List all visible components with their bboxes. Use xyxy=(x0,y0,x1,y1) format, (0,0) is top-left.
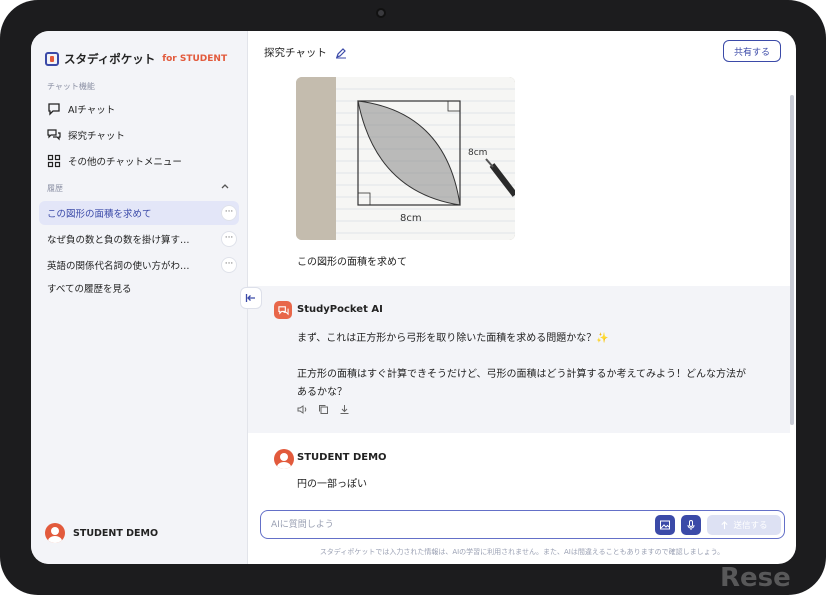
chat-input[interactable] xyxy=(271,517,631,533)
uploaded-photo[interactable]: 8cm 8cm xyxy=(296,77,515,240)
section-label-chat: チャット機能 xyxy=(47,82,95,91)
download-icon[interactable] xyxy=(339,404,350,415)
microphone-icon xyxy=(687,520,695,530)
arrow-left-bar-icon xyxy=(245,294,255,302)
send-label: 送信する xyxy=(733,521,768,531)
explore-chat-icon xyxy=(47,128,61,142)
history-item-label: 英語の関係代名詞の使い方がわ… xyxy=(47,261,190,272)
voice-input-button[interactable] xyxy=(681,515,701,535)
app-screen: スタディポケット for STUDENT チャット機能 AIチャット 探究チャッ… xyxy=(31,31,796,564)
scrollbar[interactable] xyxy=(790,95,794,425)
sidebar-item-other-menu[interactable]: その他のチャットメニュー xyxy=(47,151,182,171)
history-item-active[interactable]: この図形の面積を求めて ··· xyxy=(39,201,239,225)
bottom-length-label: 8cm xyxy=(400,213,422,224)
chevron-up-icon[interactable] xyxy=(220,181,230,191)
more-options-button[interactable]: ··· xyxy=(221,231,237,247)
chat-header: 探究チャット xyxy=(264,45,347,60)
ai-message-line: まず、これは正方形から弓形を取り除いた面積を求める問題かな？✨ xyxy=(297,333,609,344)
grid-menu-icon xyxy=(47,154,61,168)
ai-name: StudyPocket AI xyxy=(297,304,383,315)
publisher-watermark: Rese xyxy=(720,563,791,593)
ai-message: StudyPocket AI まず、これは正方形から弓形を取り除いた面積を求める… xyxy=(248,286,790,433)
page-title: 探究チャット xyxy=(264,47,327,59)
app-logo[interactable]: スタディポケット for STUDENT xyxy=(45,51,227,67)
history-item[interactable]: なぜ負の数と負の数を掛け算す… ··· xyxy=(39,227,239,251)
sidebar-item-explore-chat[interactable]: 探究チャット xyxy=(47,125,125,145)
sidebar-item-label: その他のチャットメニュー xyxy=(68,157,182,168)
logo-icon xyxy=(45,52,59,66)
edit-icon[interactable] xyxy=(335,47,347,59)
image-upload-button[interactable] xyxy=(655,515,675,535)
ai-chat-icon xyxy=(277,305,289,315)
camera-icon xyxy=(376,8,386,18)
more-options-button[interactable]: ··· xyxy=(221,205,237,221)
user-name: STUDENT DEMO xyxy=(297,452,387,463)
brand-name: スタディポケット xyxy=(64,52,156,66)
side-length-label: 8cm xyxy=(468,148,487,158)
sidebar-item-label: 探究チャット xyxy=(68,131,125,142)
user-name: STUDENT DEMO xyxy=(73,527,159,539)
more-options-button[interactable]: ··· xyxy=(221,257,237,273)
tablet-frame: スタディポケット for STUDENT チャット機能 AIチャット 探究チャッ… xyxy=(0,0,826,595)
history-item-label: この図形の面積を求めて xyxy=(47,209,152,220)
chat-main: 探究チャット 共有する 8cm 8cm この図形の面積を求めて StudyPoc… xyxy=(248,31,796,564)
share-button[interactable]: 共有する xyxy=(723,40,781,62)
user-message: 円の一部っぽい xyxy=(297,479,367,490)
sidebar-item-label: AIチャット xyxy=(68,105,116,116)
composer: 送信する xyxy=(260,510,785,539)
all-history-link[interactable]: すべての履歴を見る xyxy=(47,281,131,295)
speaker-icon[interactable] xyxy=(297,404,308,415)
ai-message-actions xyxy=(297,404,350,415)
avatar xyxy=(274,449,294,469)
image-icon xyxy=(660,520,670,530)
collapse-sidebar-button[interactable] xyxy=(240,287,262,309)
history-item-label: なぜ負の数と負の数を掛け算す… xyxy=(47,235,190,246)
send-button[interactable]: 送信する xyxy=(707,515,781,535)
copy-icon[interactable] xyxy=(318,404,329,415)
history-item[interactable]: 英語の関係代名詞の使い方がわ… ··· xyxy=(39,253,239,277)
chat-bubble-icon xyxy=(47,102,61,116)
ai-message-line: 正方形の面積はすぐ計算できそうだけど、弓形の面積はどう計算するか考えてみよう！ど… xyxy=(297,369,746,380)
brand-sub: for STUDENT xyxy=(162,54,228,64)
avatar xyxy=(45,523,65,543)
sidebar: スタディポケット for STUDENT チャット機能 AIチャット 探究チャッ… xyxy=(31,31,248,564)
sidebar-item-ai-chat[interactable]: AIチャット xyxy=(47,99,115,119)
section-label-history: 履歴 xyxy=(47,184,63,193)
ai-message-line: あるかな？ xyxy=(297,387,347,398)
user-profile[interactable]: STUDENT DEMO xyxy=(45,523,158,543)
user-message: この図形の面積を求めて xyxy=(297,257,407,268)
ai-avatar xyxy=(274,301,292,319)
watermark-text: Rese xyxy=(720,563,791,593)
arrow-up-icon xyxy=(721,520,729,529)
